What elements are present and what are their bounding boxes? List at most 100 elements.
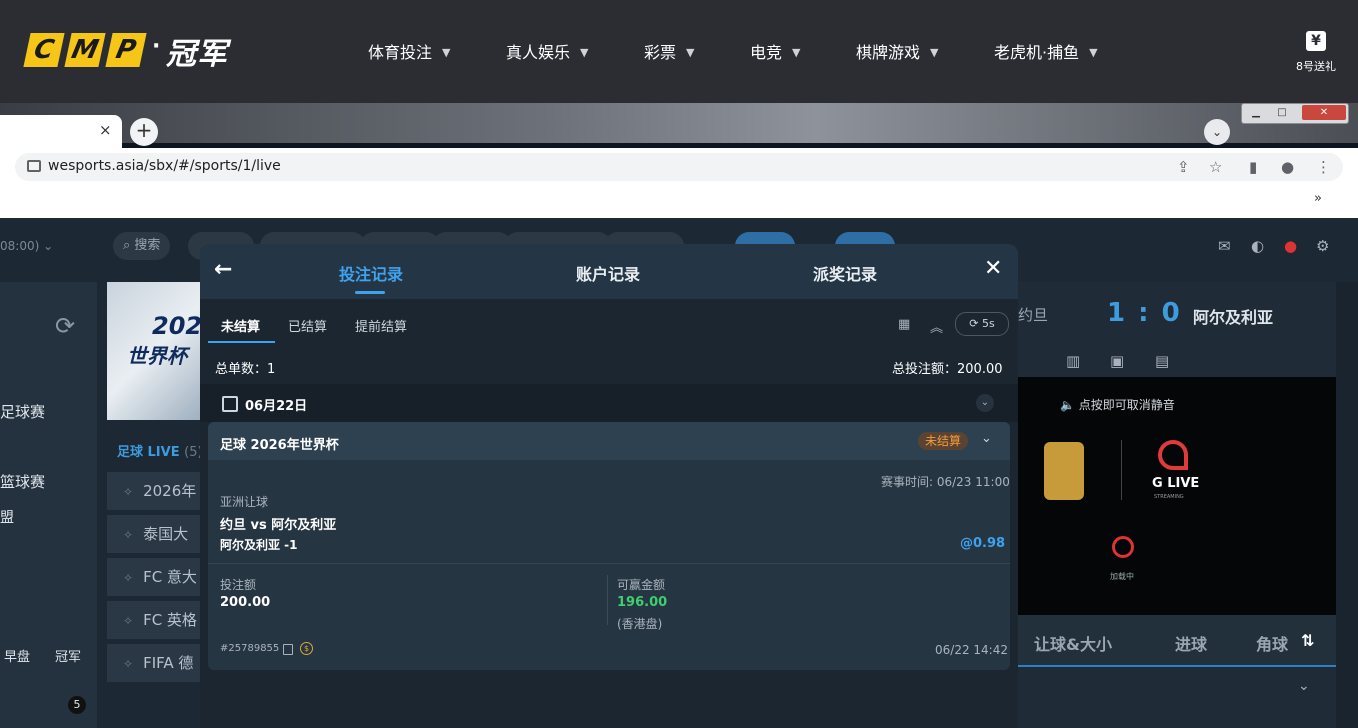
window-close-icon[interactable]: ✕: [1302, 105, 1346, 120]
tab-outright[interactable]: 冠军: [55, 646, 81, 665]
bet-odds: @0.98: [960, 536, 1006, 551]
back-arrow-icon[interactable]: ←: [214, 257, 232, 282]
lock-icon[interactable]: [27, 160, 41, 172]
match-teams: 约旦 vs 阿尔及利亚: [220, 518, 337, 533]
chevron-down-icon[interactable]: ⌄: [976, 394, 994, 412]
new-tab-button[interactable]: +: [130, 118, 158, 146]
nav-slots[interactable]: 老虎机·捕鱼 ▼: [994, 39, 1098, 63]
tab-unsettled[interactable]: 未结算: [221, 316, 260, 335]
refresh-button[interactable]: ⟳ 5s: [955, 312, 1009, 336]
sidebar-item-football[interactable]: 足球赛: [0, 401, 45, 422]
away-team: 阿尔及利亚: [1193, 308, 1274, 327]
refresh-interval: 5s: [981, 317, 995, 330]
share-icon[interactable]: ⇪: [1177, 158, 1190, 176]
unmute-text: 点按即可取消静音: [1078, 398, 1175, 412]
collapse-all-icon[interactable]: ︽: [930, 317, 943, 336]
chevron-down-icon: ▼: [1089, 46, 1098, 59]
search-label: 搜索: [134, 238, 161, 253]
match-row[interactable]: ✧ 2026年: [107, 472, 202, 510]
gift-label[interactable]: 8号送礼: [1296, 58, 1336, 74]
nav-lottery[interactable]: 彩票 ▼: [644, 39, 694, 63]
chevron-down-icon[interactable]: ⌄: [1298, 678, 1310, 694]
grid-view-icon[interactable]: ▦: [898, 317, 910, 332]
profile-icon[interactable]: ●: [1281, 158, 1294, 176]
total-orders: 总单数：1: [215, 362, 276, 377]
date-group-header[interactable]: [200, 384, 1018, 422]
sport-sidebar: ⟳ 足球赛 篮球赛 盟 早盘 冠军 5: [0, 282, 97, 728]
stats-icon[interactable]: ▥: [1066, 352, 1080, 370]
sidebar-item-basketball[interactable]: 篮球赛: [0, 471, 45, 492]
modal-header: ← 投注记录 账户记录 派奖记录 ✕: [200, 244, 1018, 299]
world-cup-banner[interactable]: 202 世界杯: [107, 282, 200, 420]
fifa-trophy-icon: [1044, 442, 1084, 500]
scrollbar[interactable]: [1336, 282, 1358, 728]
pin-icon[interactable]: ✧: [123, 657, 133, 671]
g-live-logo-icon: [1158, 440, 1188, 470]
sidebar-item-league[interactable]: 盟: [0, 507, 14, 527]
sort-icon[interactable]: ⇅: [1301, 631, 1314, 650]
match-row[interactable]: ✧ FIFA 德: [107, 644, 202, 682]
minimize-icon[interactable]: ▁: [1244, 105, 1268, 120]
tab-cashout[interactable]: 提前结算: [355, 316, 407, 335]
theme-icon[interactable]: ◐: [1251, 237, 1264, 255]
pin-icon[interactable]: ✧: [123, 614, 133, 628]
maximize-icon[interactable]: □: [1270, 105, 1294, 120]
tab-account-records[interactable]: 账户记录: [576, 261, 640, 285]
stake-value: 200.00: [220, 595, 271, 610]
stake-label: 投注额: [220, 578, 257, 592]
tab-handicap-ou[interactable]: 让球&大小: [1034, 631, 1112, 655]
chevron-down-icon[interactable]: ⌄: [981, 431, 992, 446]
side-panel-icon[interactable]: ▮: [1249, 158, 1257, 176]
match-row[interactable]: ✧ 泰国大: [107, 515, 202, 553]
close-tab-icon[interactable]: ×: [99, 121, 112, 139]
tab-bet-records[interactable]: 投注记录: [339, 261, 403, 285]
match-row[interactable]: ✧ FC 意大: [107, 558, 202, 596]
tab-early[interactable]: 早盘: [4, 646, 30, 665]
logo-dot: ·: [152, 34, 161, 59]
bookmark-star-icon[interactable]: ☆: [1209, 158, 1222, 176]
banner-text: 世界杯: [127, 344, 187, 368]
pin-icon[interactable]: ✧: [123, 571, 133, 585]
tab-search-icon[interactable]: ⌄: [1204, 119, 1230, 145]
close-icon[interactable]: ✕: [984, 256, 1002, 281]
nav-label: 体育投注: [368, 43, 433, 62]
divider: [208, 563, 1010, 564]
nav-live-casino[interactable]: 真人娱乐 ▼: [506, 39, 588, 63]
china-flag-icon[interactable]: ●: [1284, 237, 1297, 255]
tab-settled[interactable]: 已结算: [288, 316, 327, 335]
settings-icon[interactable]: ⚙: [1316, 237, 1329, 255]
coin-icon[interactable]: $: [300, 642, 313, 655]
tab-payout-records[interactable]: 派奖记录: [813, 261, 877, 285]
nav-sports[interactable]: 体育投注 ▼: [368, 39, 450, 63]
divider: [607, 575, 608, 625]
video-icon[interactable]: ▤: [1155, 352, 1169, 370]
divider: [1121, 440, 1122, 500]
tab-goals[interactable]: 进球: [1175, 631, 1207, 655]
pin-icon[interactable]: ✧: [123, 528, 133, 542]
refresh-icon[interactable]: ⟳: [55, 312, 75, 340]
scoreboard-icon[interactable]: ▣: [1110, 352, 1124, 370]
banner-text: 202: [152, 312, 200, 340]
chevron-down-icon: ▼: [930, 46, 939, 59]
unmute-hint[interactable]: 🔈 点按即可取消静音: [1060, 396, 1175, 413]
yen-gift-icon[interactable]: ¥: [1306, 31, 1326, 51]
match-row[interactable]: ✧ FC 英格: [107, 601, 202, 639]
url-text[interactable]: wesports.asia/sbx/#/sports/1/live: [48, 158, 281, 174]
nav-chess[interactable]: 棋牌游戏 ▼: [856, 39, 938, 63]
chevron-down-icon: ▼: [442, 46, 451, 59]
nav-esports[interactable]: 电竞 ▼: [750, 39, 800, 63]
search-button[interactable]: ⌕ 搜索: [113, 232, 171, 260]
nav-label: 老虎机·捕鱼: [994, 43, 1080, 62]
mail-icon[interactable]: ✉: [1218, 237, 1231, 255]
odds-format: (香港盘): [617, 617, 663, 631]
copy-icon[interactable]: [283, 644, 293, 655]
tab-corners[interactable]: 角球: [1256, 631, 1288, 655]
pin-icon[interactable]: ✧: [123, 485, 133, 499]
bookmarks-more-icon[interactable]: »: [1314, 191, 1322, 206]
window-controls: ▁ □ ✕: [1241, 103, 1349, 124]
cmp-logo[interactable]: C M P: [23, 33, 147, 67]
menu-kebab-icon[interactable]: ⋮: [1316, 158, 1331, 176]
loading-text: 加载中: [1110, 572, 1134, 581]
logo-letter: P: [105, 33, 147, 67]
sub-tab-indicator: [208, 341, 275, 343]
